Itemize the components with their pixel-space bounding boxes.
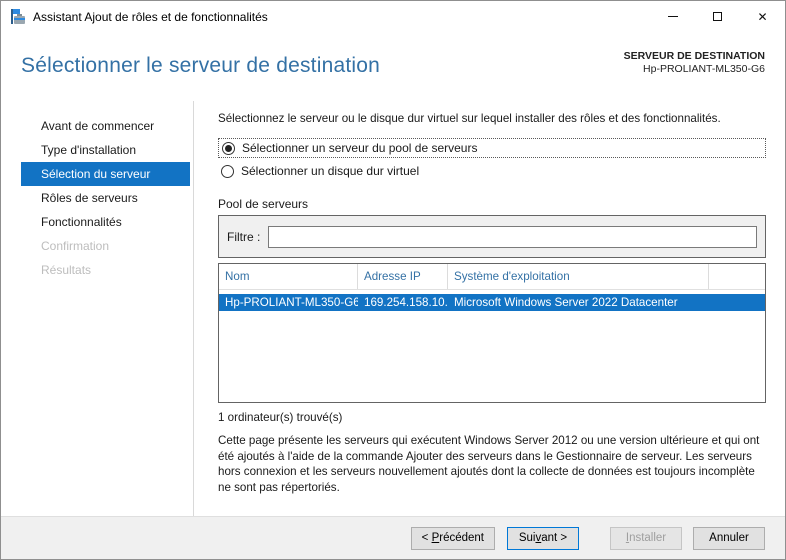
table-header-row: Nom Adresse IP Système d'exploitation xyxy=(219,264,765,290)
cell-server-name: Hp-PROLIANT-ML350-G6 xyxy=(225,296,358,309)
close-button[interactable]: ✕ xyxy=(740,1,785,32)
wizard-app-icon xyxy=(11,9,25,24)
radio-icon-virtual-disk[interactable] xyxy=(221,164,234,178)
sidebar-item-roles-de-serveurs[interactable]: Rôles de serveurs xyxy=(21,186,190,210)
previous-button[interactable]: < Précédent xyxy=(410,526,495,550)
main-content: Sélectionnez le serveur ou le disque dur… xyxy=(194,101,785,516)
minimize-icon xyxy=(667,16,678,17)
column-header-systeme-exploitation[interactable]: Système d'exploitation xyxy=(448,264,709,289)
sidebar-item-selection-du-serveur[interactable]: Sélection du serveur xyxy=(21,162,190,186)
page-title: Sélectionner le serveur de destination xyxy=(21,54,380,77)
sidebar-item-resultats: Résultats xyxy=(41,263,92,277)
filter-input[interactable] xyxy=(268,225,757,248)
next-button[interactable]: Suivant > xyxy=(507,526,579,550)
server-pool-label: Pool de serveurs xyxy=(218,197,309,211)
wizard-window: Assistant Ajout de rôles et de fonctionn… xyxy=(0,0,786,560)
cell-server-os: Microsoft Windows Server 2022 Datacenter xyxy=(454,296,678,309)
table-row-selected-server[interactable]: Hp-PROLIANT-ML350-G6 169.254.158.10... M… xyxy=(219,294,765,311)
window-title: Assistant Ajout de rôles et de fonctionn… xyxy=(33,9,268,24)
radio-label-server-pool: Sélectionner un serveur du pool de serve… xyxy=(242,141,478,155)
filter-label: Filtre : xyxy=(227,229,261,244)
cancel-button[interactable]: Annuler xyxy=(693,526,765,550)
wizard-steps-sidebar: Avant de commencer Type d'installation S… xyxy=(1,101,194,516)
minimize-button[interactable] xyxy=(650,1,695,32)
wizard-header: Sélectionner le serveur de destination S… xyxy=(1,32,785,101)
wizard-footer: < Précédent Suivant > Installer Annuler xyxy=(1,516,785,559)
destination-server-name: Hp-PROLIANT-ML350-G6 xyxy=(643,63,765,75)
close-icon: ✕ xyxy=(757,9,768,24)
filter-group: Filtre : xyxy=(218,215,766,258)
radio-icon-server-pool[interactable] xyxy=(222,141,235,155)
install-button: Installer xyxy=(610,526,682,550)
intro-text: Sélectionnez le serveur ou le disque dur… xyxy=(218,112,721,125)
page-description: Cette page présente les serveurs qui exé… xyxy=(218,434,760,494)
title-bar: Assistant Ajout de rôles et de fonctionn… xyxy=(1,1,785,32)
sidebar-item-avant-de-commencer[interactable]: Avant de commencer xyxy=(21,114,190,138)
column-header-adresse-ip[interactable]: Adresse IP xyxy=(358,264,448,289)
radio-label-virtual-disk: Sélectionner un disque dur virtuel xyxy=(241,164,420,178)
column-header-blank xyxy=(709,264,765,289)
sidebar-item-confirmation: Confirmation xyxy=(41,239,110,253)
destination-label: SERVEUR DE DESTINATION xyxy=(623,50,765,62)
computers-found-text: 1 ordinateur(s) trouvé(s) xyxy=(218,411,343,424)
radio-option-server-pool[interactable]: Sélectionner un serveur du pool de serve… xyxy=(218,138,766,158)
radio-option-virtual-disk[interactable]: Sélectionner un disque dur virtuel xyxy=(218,162,766,180)
sidebar-item-fonctionnalites[interactable]: Fonctionnalités xyxy=(21,210,190,234)
column-header-nom[interactable]: Nom xyxy=(219,264,358,289)
server-pool-table: Nom Adresse IP Système d'exploitation Hp… xyxy=(218,263,766,403)
maximize-icon xyxy=(713,12,722,21)
maximize-button[interactable] xyxy=(695,1,740,32)
cell-server-ip: 169.254.158.10... xyxy=(364,296,448,309)
sidebar-item-type-installation[interactable]: Type d'installation xyxy=(21,138,190,162)
destination-block: SERVEUR DE DESTINATION Hp-PROLIANT-ML350… xyxy=(624,50,765,76)
